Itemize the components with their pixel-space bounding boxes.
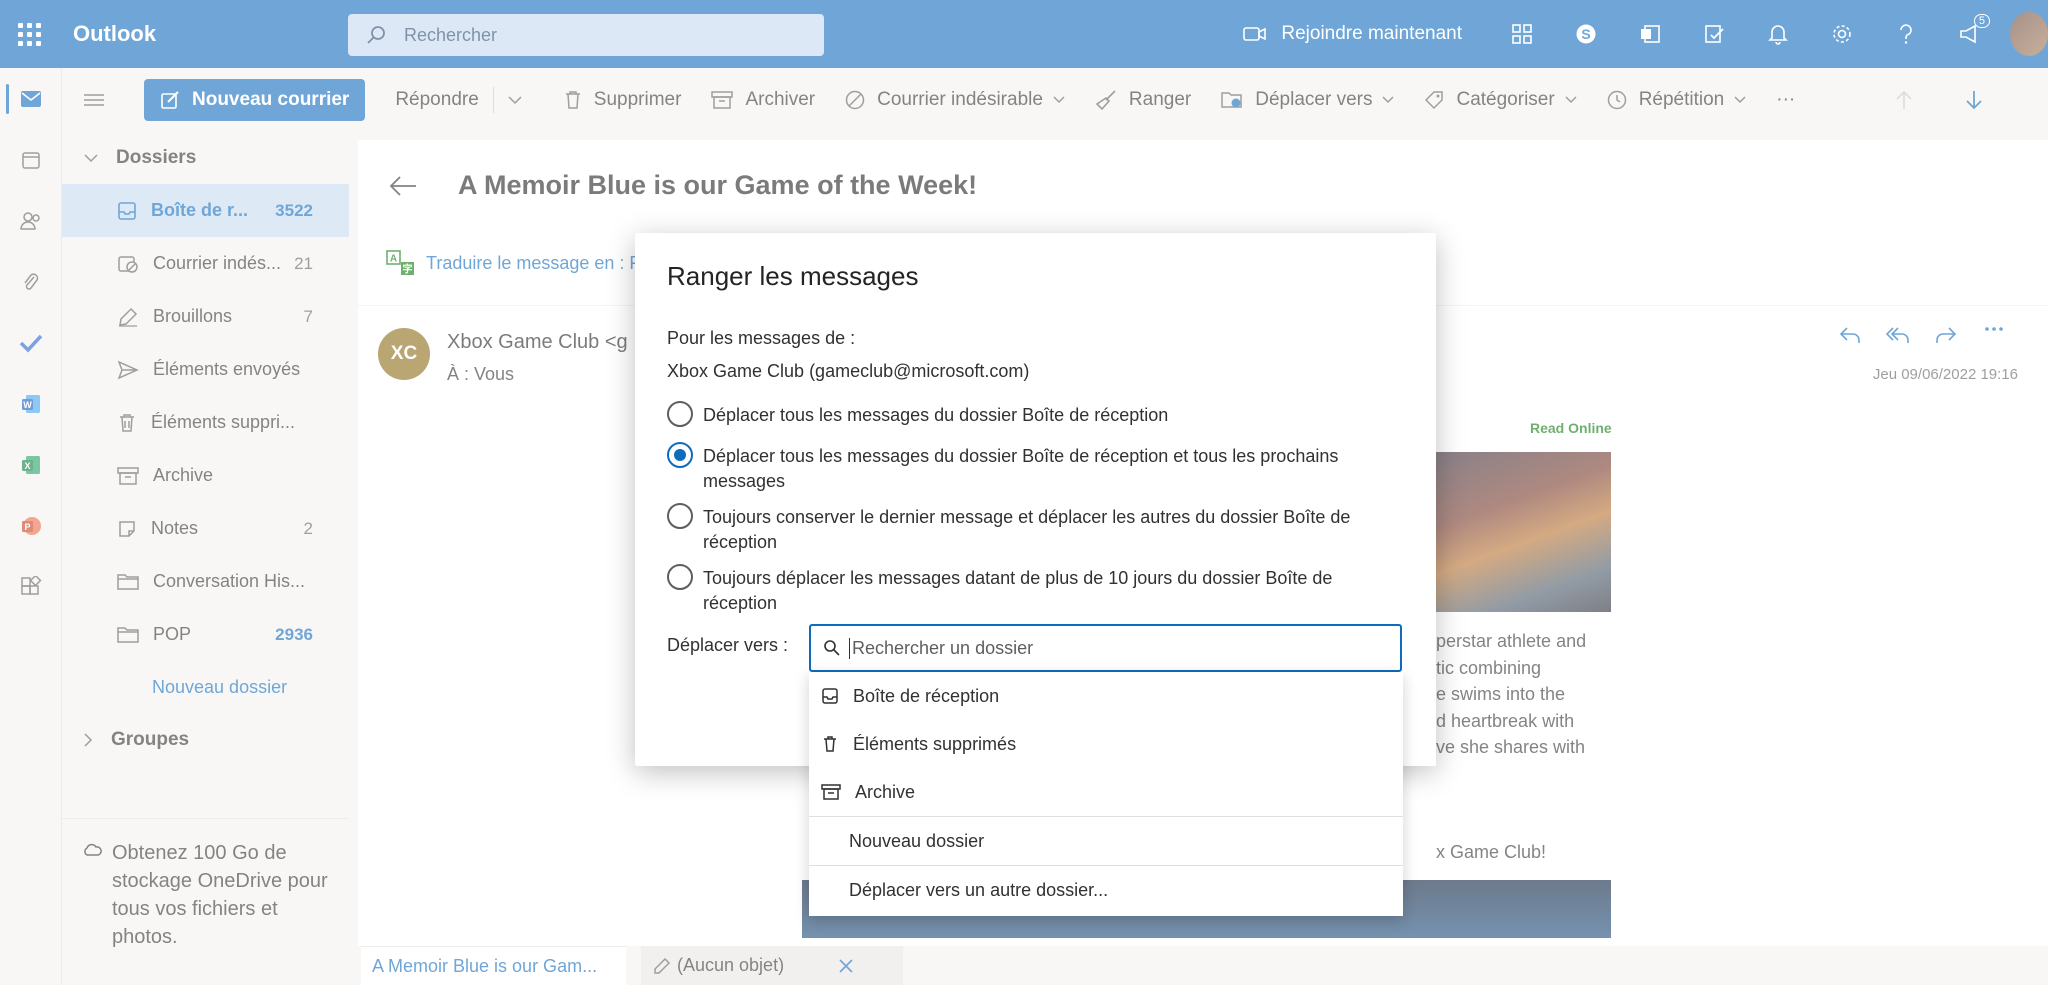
- sweep-option-label: Déplacer tous les messages du dossier Bo…: [703, 446, 1339, 491]
- sweep-option-label: Déplacer tous les messages du dossier Bo…: [703, 405, 1169, 425]
- folder-search-field[interactable]: [809, 624, 1402, 672]
- sweep-option-move-all[interactable]: Déplacer tous les messages du dossier Bo…: [667, 401, 1387, 428]
- sweep-option-label: Toujours conserver le dernier message et…: [703, 507, 1351, 552]
- dropdown-item-archive[interactable]: Archive: [809, 768, 1403, 816]
- dialog-title: Ranger les messages: [667, 261, 919, 291]
- radio-button[interactable]: [667, 401, 693, 427]
- dropdown-item-label: Boîte de réception: [853, 685, 1000, 706]
- sweep-option-label: Toujours déplacer les messages datant de…: [703, 568, 1333, 613]
- dropdown-item-label: Éléments supprimés: [853, 733, 1017, 754]
- inbox-icon: [822, 688, 838, 704]
- radio-button[interactable]: [667, 564, 693, 590]
- sweep-option-move-all-future[interactable]: Déplacer tous les messages du dossier Bo…: [667, 442, 1387, 494]
- radio-button-checked[interactable]: [667, 442, 693, 468]
- dialog-for-label: Pour les messages de :: [667, 328, 856, 348]
- move-to-label: Déplacer vers :: [667, 635, 789, 655]
- folder-search-input[interactable]: [849, 637, 1349, 659]
- trash-icon: [824, 736, 836, 752]
- dropdown-item-label: Archive: [855, 781, 916, 802]
- radio-button[interactable]: [667, 503, 693, 529]
- folder-dropdown: Boîte de réception Éléments supprimés Ar…: [809, 672, 1403, 916]
- dropdown-item-inbox[interactable]: Boîte de réception: [809, 672, 1403, 720]
- archive-icon: [821, 784, 841, 800]
- sweep-option-keep-latest[interactable]: Toujours conserver le dernier message et…: [667, 503, 1387, 555]
- search-icon: [824, 640, 840, 656]
- dropdown-new-folder[interactable]: Nouveau dossier: [809, 816, 1403, 865]
- dialog-sender: Xbox Game Club (gameclub@microsoft.com): [667, 361, 1030, 381]
- sweep-option-older-than-10-days[interactable]: Toujours déplacer les messages datant de…: [667, 564, 1387, 616]
- dropdown-other-folder[interactable]: Déplacer vers un autre dossier...: [809, 865, 1403, 914]
- dropdown-item-deleted[interactable]: Éléments supprimés: [809, 720, 1403, 768]
